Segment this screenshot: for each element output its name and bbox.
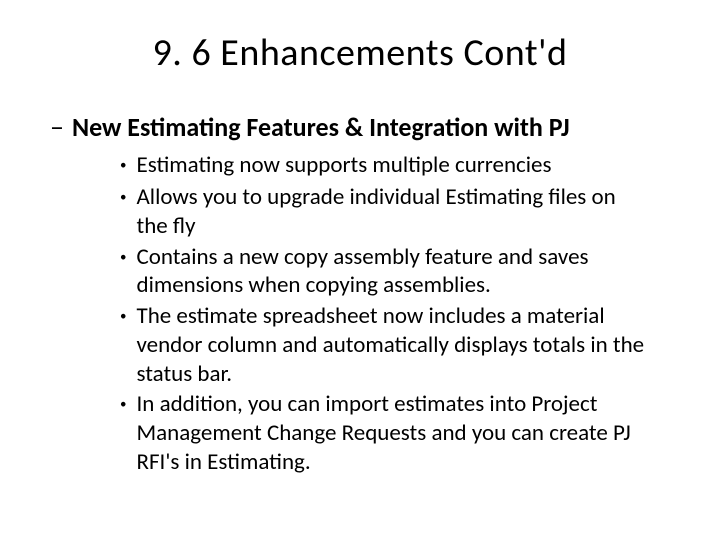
bullet-text: Allows you to upgrade individual Estimat…	[136, 183, 650, 241]
list-item: • The estimate spreadsheet now includes …	[120, 302, 650, 388]
bullet-text: In addition, you can import estimates in…	[136, 390, 650, 476]
bullet-icon: •	[120, 302, 126, 332]
slide-title: 9. 6 Enhancements Cont'd	[50, 30, 670, 76]
bullet-text: Contains a new copy assembly feature and…	[136, 243, 650, 301]
list-item: • Allows you to upgrade individual Estim…	[120, 183, 650, 241]
bullet-icon: •	[120, 390, 126, 420]
list-item: • Contains a new copy assembly feature a…	[120, 243, 650, 301]
bullet-icon: •	[120, 183, 126, 213]
bullet-text: The estimate spreadsheet now includes a …	[136, 302, 650, 388]
bullet-icon: •	[120, 151, 126, 181]
subheading-dash: –	[50, 113, 64, 141]
bullet-list: • Estimating now supports multiple curre…	[120, 151, 650, 477]
list-item: • Estimating now supports multiple curre…	[120, 151, 650, 181]
bullet-text: Estimating now supports multiple currenc…	[136, 151, 551, 180]
subheading-text: New Estimating Features & Integration wi…	[72, 111, 570, 143]
bullet-icon: •	[120, 243, 126, 273]
list-item: • In addition, you can import estimates …	[120, 390, 650, 476]
subheading-row: – New Estimating Features & Integration …	[50, 111, 670, 143]
